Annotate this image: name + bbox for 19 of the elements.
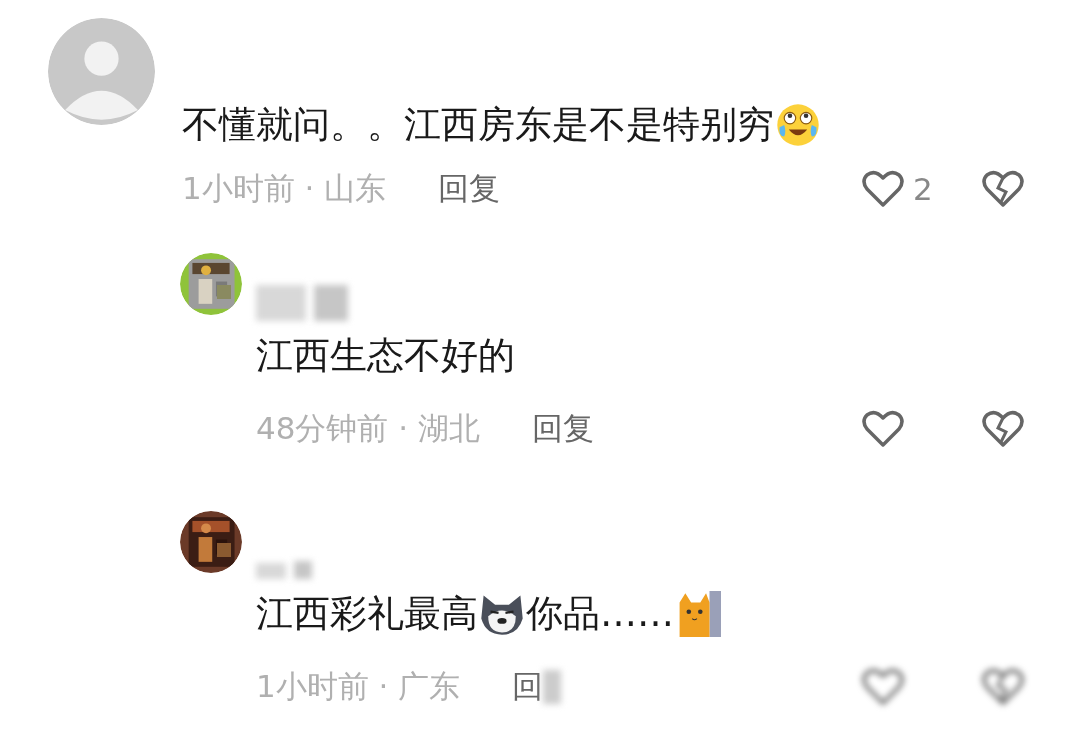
reply-text: 江西彩礼最高 你品…… (256, 590, 1025, 638)
broken-heart-icon[interactable] (981, 409, 1025, 449)
blurred-username (256, 561, 312, 579)
comment-text: 不懂就问。。江西房东是不是特别穷 (182, 101, 1025, 149)
blurred-patch (543, 670, 562, 704)
reply-text: 江西生态不好的 (256, 333, 516, 379)
heart-icon[interactable] (861, 409, 905, 449)
reply-link[interactable]: 回 (512, 666, 544, 708)
laughing-crying-emoji-icon (775, 102, 821, 148)
badge-icon (217, 285, 231, 299)
reply-link[interactable]: 回复 (532, 408, 594, 450)
timestamp: 1小时前 · 山东 (182, 169, 387, 208)
heart-icon[interactable] (861, 169, 905, 209)
broken-heart-icon[interactable] (981, 169, 1025, 209)
timestamp: 1小时前 · 广东 (256, 667, 461, 706)
reply-link[interactable]: 回复 (438, 168, 501, 210)
timestamp: 48分钟前 · 湖北 (256, 409, 480, 448)
badge-icon (217, 543, 231, 557)
like-count: 2 (913, 171, 933, 207)
